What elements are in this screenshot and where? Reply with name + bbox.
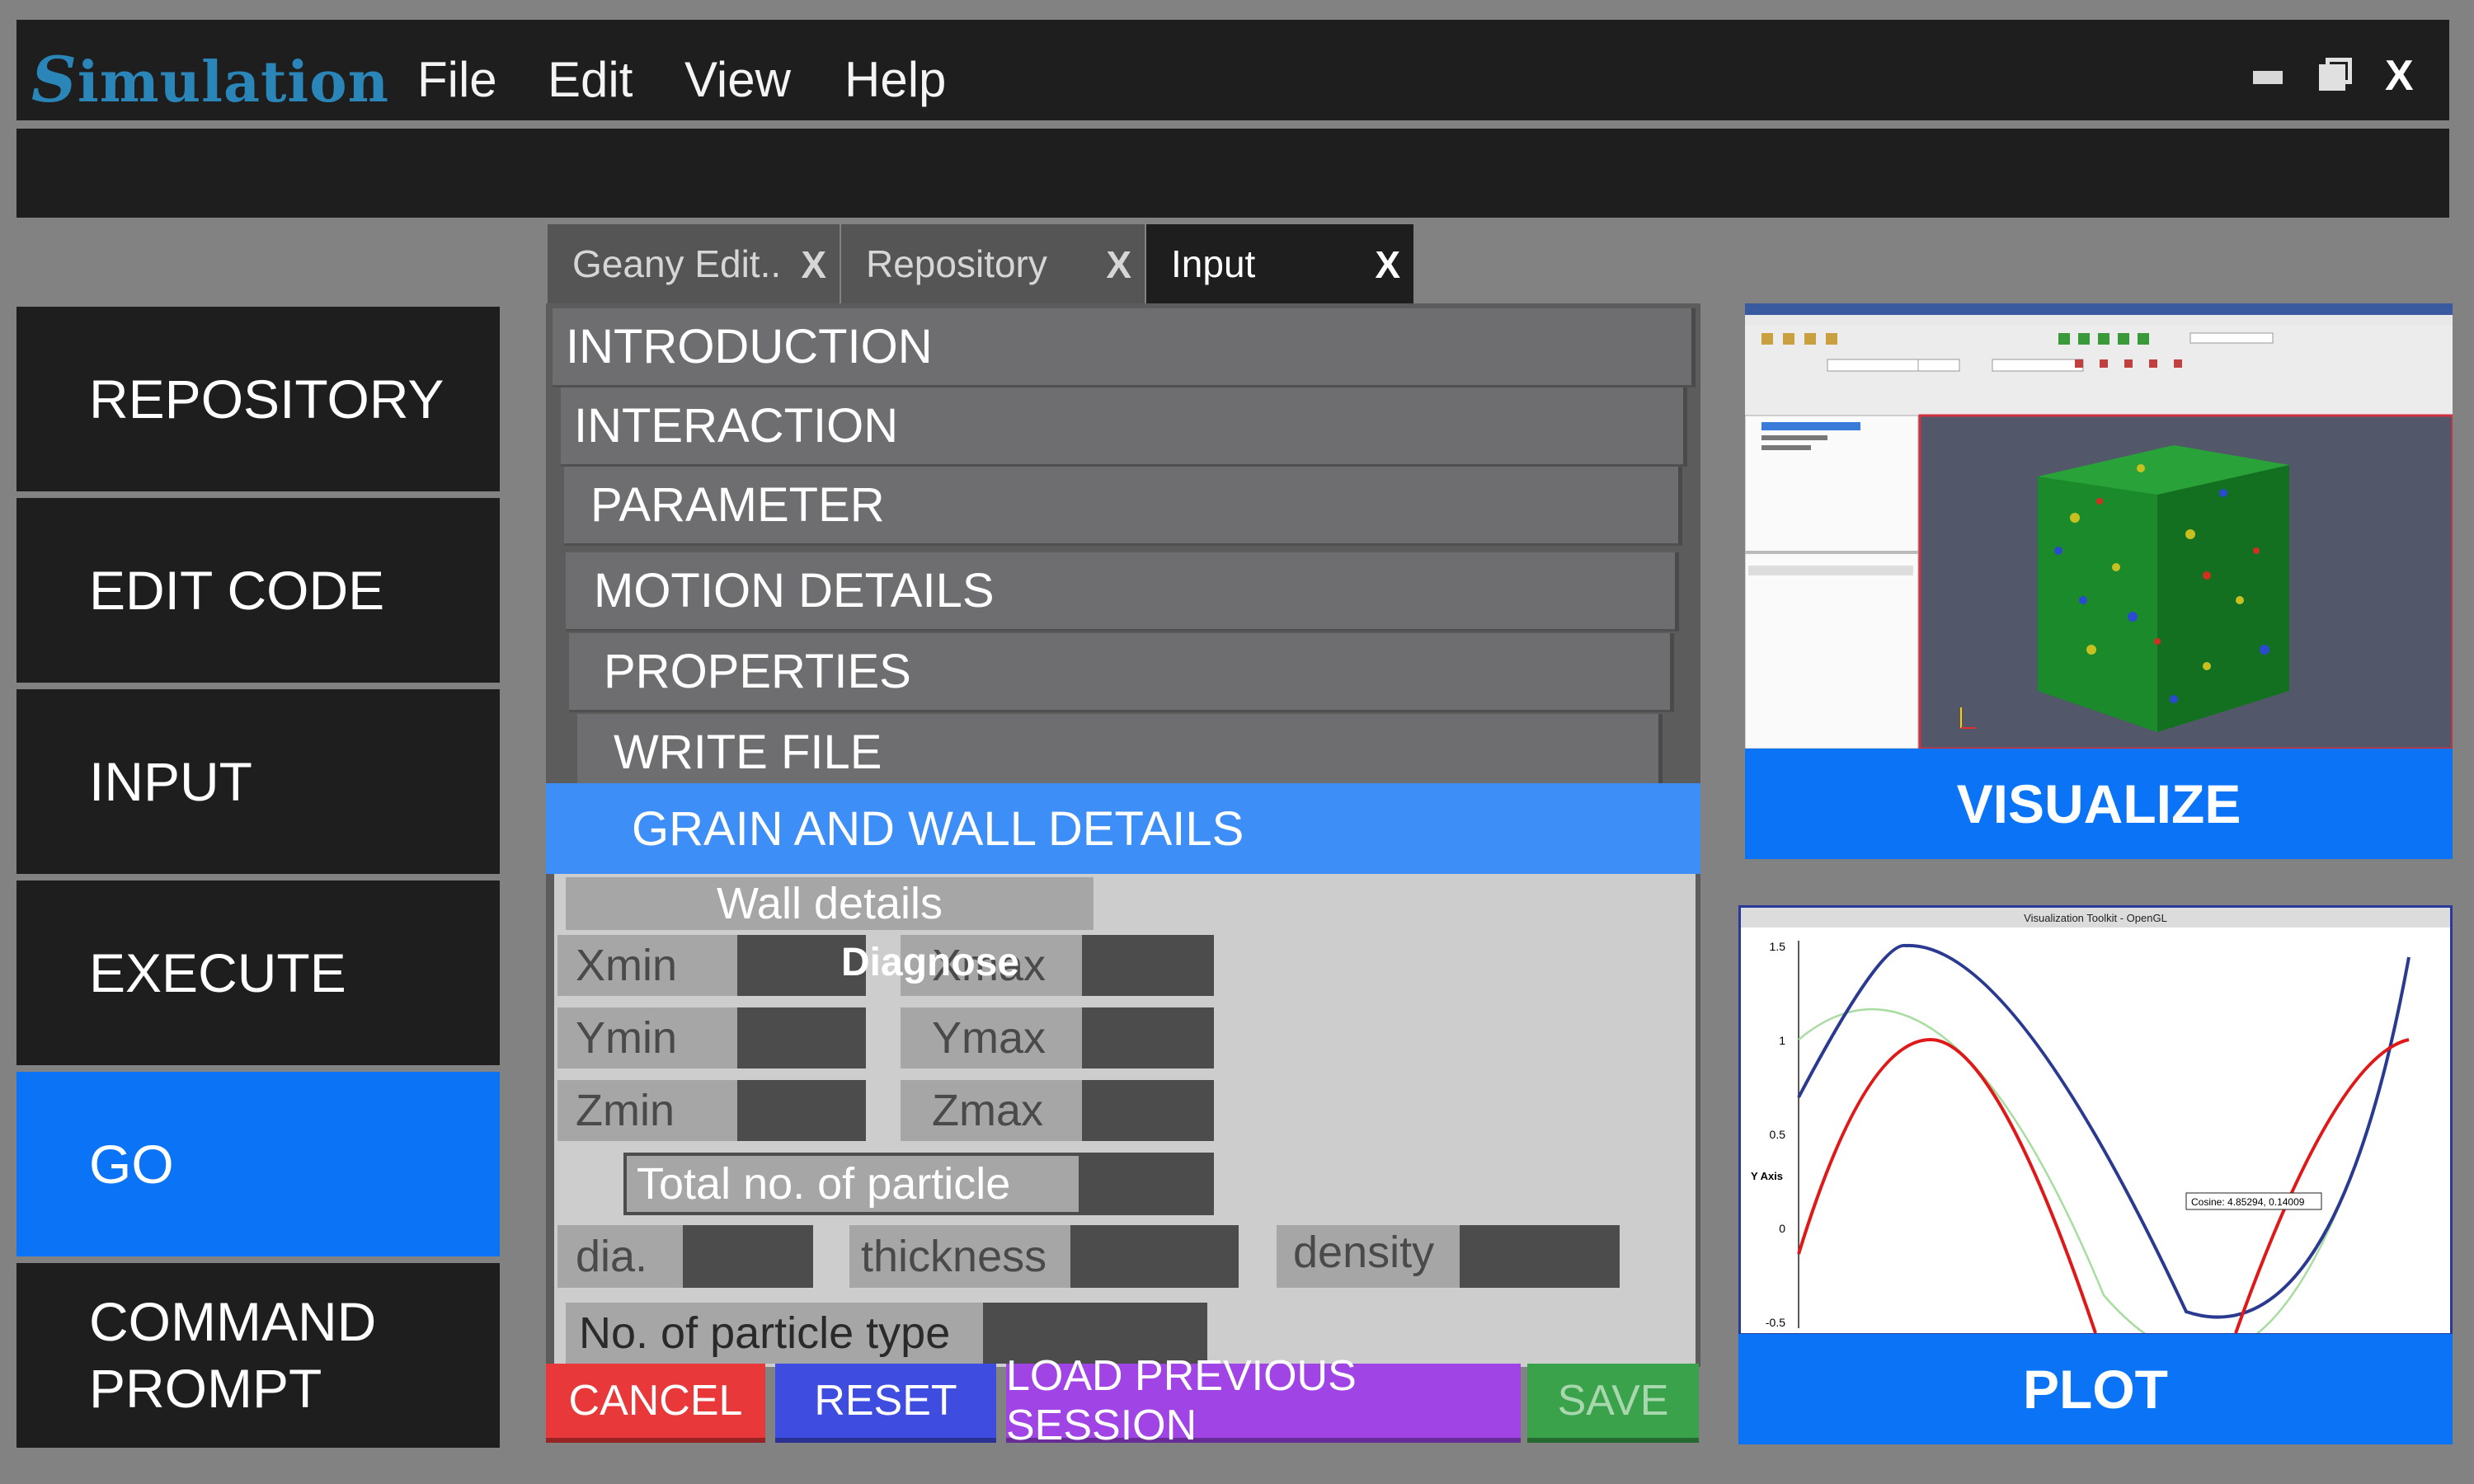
vtk-plot-screenshot: Visualization Toolkit - OpenGL 1.5 1 0.5…	[1741, 908, 2450, 1333]
density-label: density	[1277, 1225, 1460, 1288]
total-particle-field[interactable]	[1082, 1153, 1214, 1215]
section-introduction[interactable]: INTRODUCTION	[553, 308, 1696, 387]
section-grain-and-wall-details[interactable]: GRAIN AND WALL DETAILS	[546, 783, 1700, 874]
tab-geany-editor[interactable]: Geany Edit.. X	[548, 224, 840, 303]
load-previous-session-button[interactable]: LOAD PREVIOUS SESSION	[1006, 1352, 1521, 1449]
section-properties[interactable]: PROPERTIES	[569, 633, 1674, 712]
xmax-field[interactable]	[1082, 935, 1214, 996]
zmin-field[interactable]	[737, 1080, 866, 1141]
section-motion-details[interactable]: MOTION DETAILS	[566, 552, 1679, 632]
dia-field[interactable]	[683, 1225, 813, 1288]
maximize-icon[interactable]	[2319, 58, 2352, 91]
plot-tooltip: Cosine: 4.85294, 0.14009	[2191, 1196, 2305, 1208]
dia-label: dia.	[557, 1225, 683, 1288]
cancel-button[interactable]: CANCEL	[546, 1364, 765, 1443]
sidebar-command-prompt-button[interactable]: COMMAND PROMPT	[16, 1263, 500, 1448]
y-tick-label: 1	[1779, 1034, 1785, 1047]
toolbar-area	[16, 129, 2449, 218]
save-button[interactable]: SAVE	[1527, 1364, 1699, 1443]
y-tick-label: -0.5	[1766, 1316, 1785, 1329]
sidebar-input-button[interactable]: INPUT	[16, 689, 500, 874]
sidebar-go-button[interactable]: GO	[16, 1072, 500, 1256]
plot-button[interactable]: PLOT	[1738, 1334, 2453, 1444]
menu-help[interactable]: Help	[844, 51, 946, 108]
tab-label: Geany Edit..	[572, 242, 782, 285]
y-axis-label: Y Axis	[1751, 1170, 1783, 1182]
thickness-label: thickness	[849, 1225, 1070, 1288]
section-parameter[interactable]: PARAMETER	[564, 467, 1682, 546]
zmin-label: Zmin	[557, 1080, 737, 1141]
tab-close-icon[interactable]: X	[1106, 242, 1131, 287]
xmin-label: Xmin	[557, 935, 737, 996]
close-window-icon[interactable]: X	[2385, 51, 2414, 101]
tab-repository[interactable]: Repository X	[841, 224, 1145, 303]
logo-initial: S	[31, 43, 78, 116]
sidebar-repository-button[interactable]: REPOSITORY	[16, 307, 500, 491]
section-write-file[interactable]: WRITE FILE	[577, 714, 1663, 793]
ymax-label: Ymax	[901, 1007, 1082, 1068]
density-field[interactable]	[1460, 1225, 1620, 1288]
zmax-field[interactable]	[1082, 1080, 1214, 1141]
sidebar-edit-code-button[interactable]: EDIT CODE	[16, 498, 500, 683]
sidebar-execute-button[interactable]: EXECUTE	[16, 881, 500, 1065]
ymin-label: Ymin	[557, 1007, 737, 1068]
tab-label: Repository	[866, 242, 1047, 285]
y-tick-label: 0	[1779, 1222, 1785, 1235]
tab-label: Input	[1171, 242, 1256, 285]
zmax-label: Zmax	[901, 1080, 1082, 1141]
tab-close-icon[interactable]: X	[801, 242, 826, 287]
section-interaction[interactable]: INTERACTION	[561, 387, 1687, 467]
tab-input[interactable]: Input X	[1146, 224, 1413, 303]
menu-view[interactable]: View	[684, 51, 791, 108]
total-particle-label: Total no. of particle	[623, 1153, 1082, 1215]
thickness-field[interactable]	[1070, 1225, 1239, 1288]
paraview-screenshot	[1745, 303, 2453, 749]
plot-preview-image[interactable]: Visualization Toolkit - OpenGL 1.5 1 0.5…	[1738, 905, 2453, 1336]
logo-text: imulation	[77, 49, 390, 115]
menu-edit[interactable]: Edit	[548, 51, 633, 108]
visualize-button[interactable]: VISUALIZE	[1745, 749, 2453, 859]
app-logo: Simulation	[31, 43, 389, 116]
plot-window-title: Visualization Toolkit - OpenGL	[2024, 912, 2167, 924]
y-tick-label: 0.5	[1770, 1128, 1786, 1141]
minimize-icon[interactable]	[2253, 71, 2283, 84]
ymin-field[interactable]	[737, 1007, 866, 1068]
wall-details-header: Wall details	[566, 877, 1094, 930]
diagnose-button[interactable]: Diagnose	[841, 940, 1019, 985]
particle-type-label: No. of particle type	[566, 1303, 983, 1364]
reset-button[interactable]: RESET	[775, 1364, 996, 1443]
ymax-field[interactable]	[1082, 1007, 1214, 1068]
tab-close-icon[interactable]: X	[1375, 242, 1400, 287]
menu-file[interactable]: File	[417, 51, 497, 108]
visualize-preview-image[interactable]	[1745, 303, 2453, 749]
y-tick-label: 1.5	[1770, 940, 1786, 953]
